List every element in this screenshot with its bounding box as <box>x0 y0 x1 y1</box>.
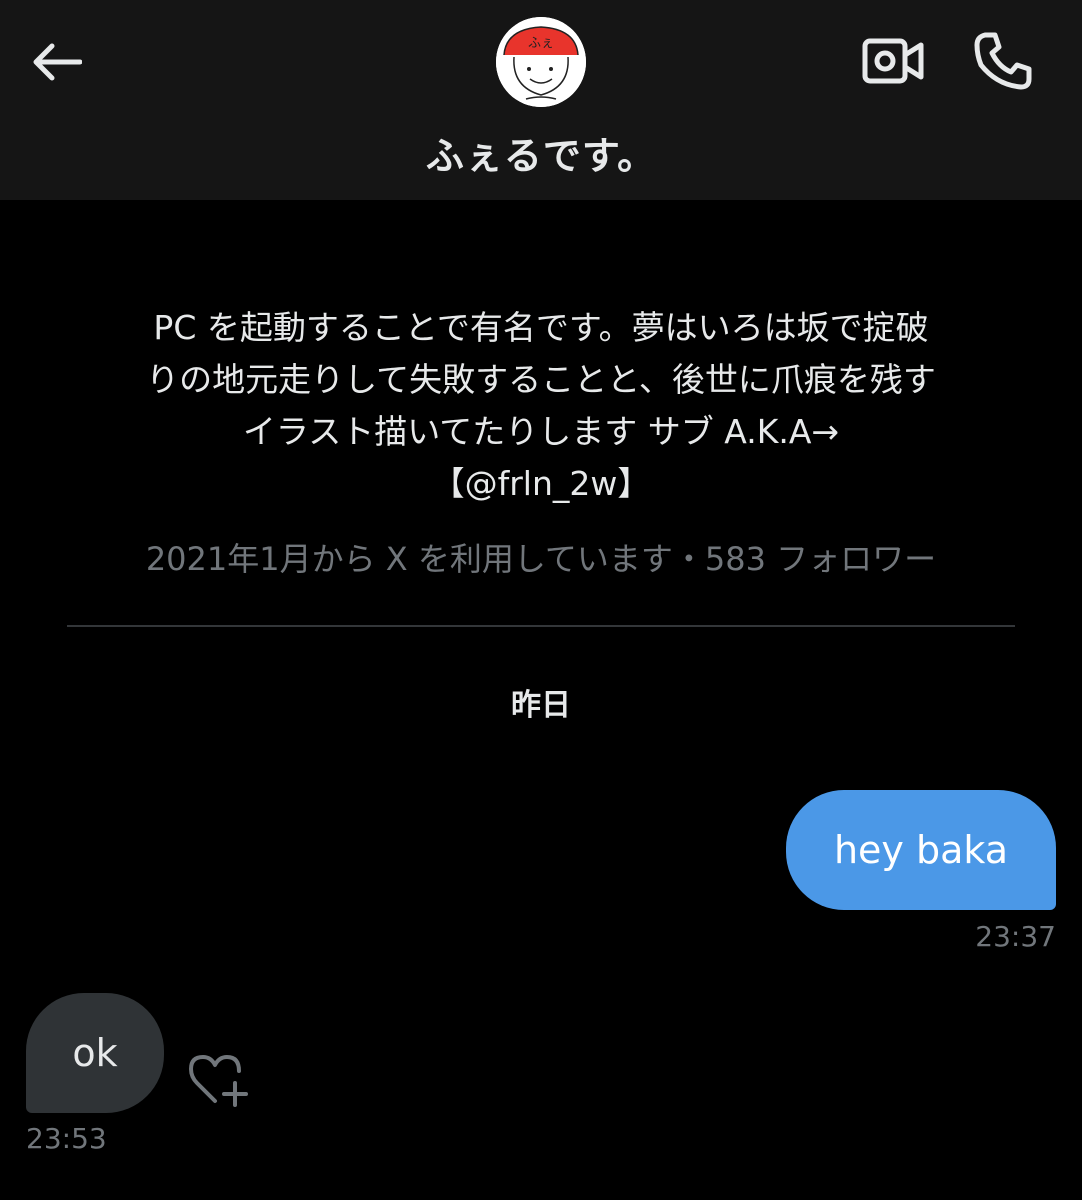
message-timestamp: 23:37 <box>975 920 1056 953</box>
bio-line[interactable]: 【@frln_2w】 <box>60 458 1022 510</box>
bio-line: りの地元走りして失敗することと、後世に爪痕を残す <box>146 360 936 399</box>
video-call-button[interactable] <box>858 30 928 92</box>
profile-bio: PC を起動することで有名です。夢はいろは坂で掟破 りの地元走りして失敗すること… <box>60 302 1022 510</box>
conversation-header: ふぇ ふぇるです。 <box>0 0 1082 200</box>
back-button[interactable] <box>26 34 86 90</box>
voice-call-button[interactable] <box>968 26 1038 96</box>
add-reaction-button[interactable] <box>186 1050 252 1110</box>
avatar-logo-text: ふぇ <box>528 36 554 51</box>
sent-message-bubble[interactable]: hey baka <box>786 790 1056 910</box>
contact-name[interactable]: ふぇるです。 <box>0 125 1082 180</box>
bio-line: イラスト描いてたりします サブ A.K.A→ <box>242 412 840 451</box>
bio-line: PC を起動することで有名です。夢はいろは坂で掟破 <box>153 308 929 347</box>
avatar-image: ふぇ <box>496 17 586 107</box>
avatar[interactable]: ふぇ <box>496 17 586 107</box>
arrow-left-icon <box>33 43 82 81</box>
message-timestamp: 23:53 <box>26 1122 107 1155</box>
received-message-bubble[interactable]: ok <box>26 993 164 1113</box>
profile-meta: 2021年1月から X を利用しています・583 フォロワー <box>145 540 937 578</box>
heart-plus-icon <box>189 1055 248 1107</box>
phone-icon <box>974 32 1032 90</box>
video-camera-icon <box>862 38 924 84</box>
date-separator: 昨日 <box>511 688 571 723</box>
divider <box>67 625 1015 627</box>
